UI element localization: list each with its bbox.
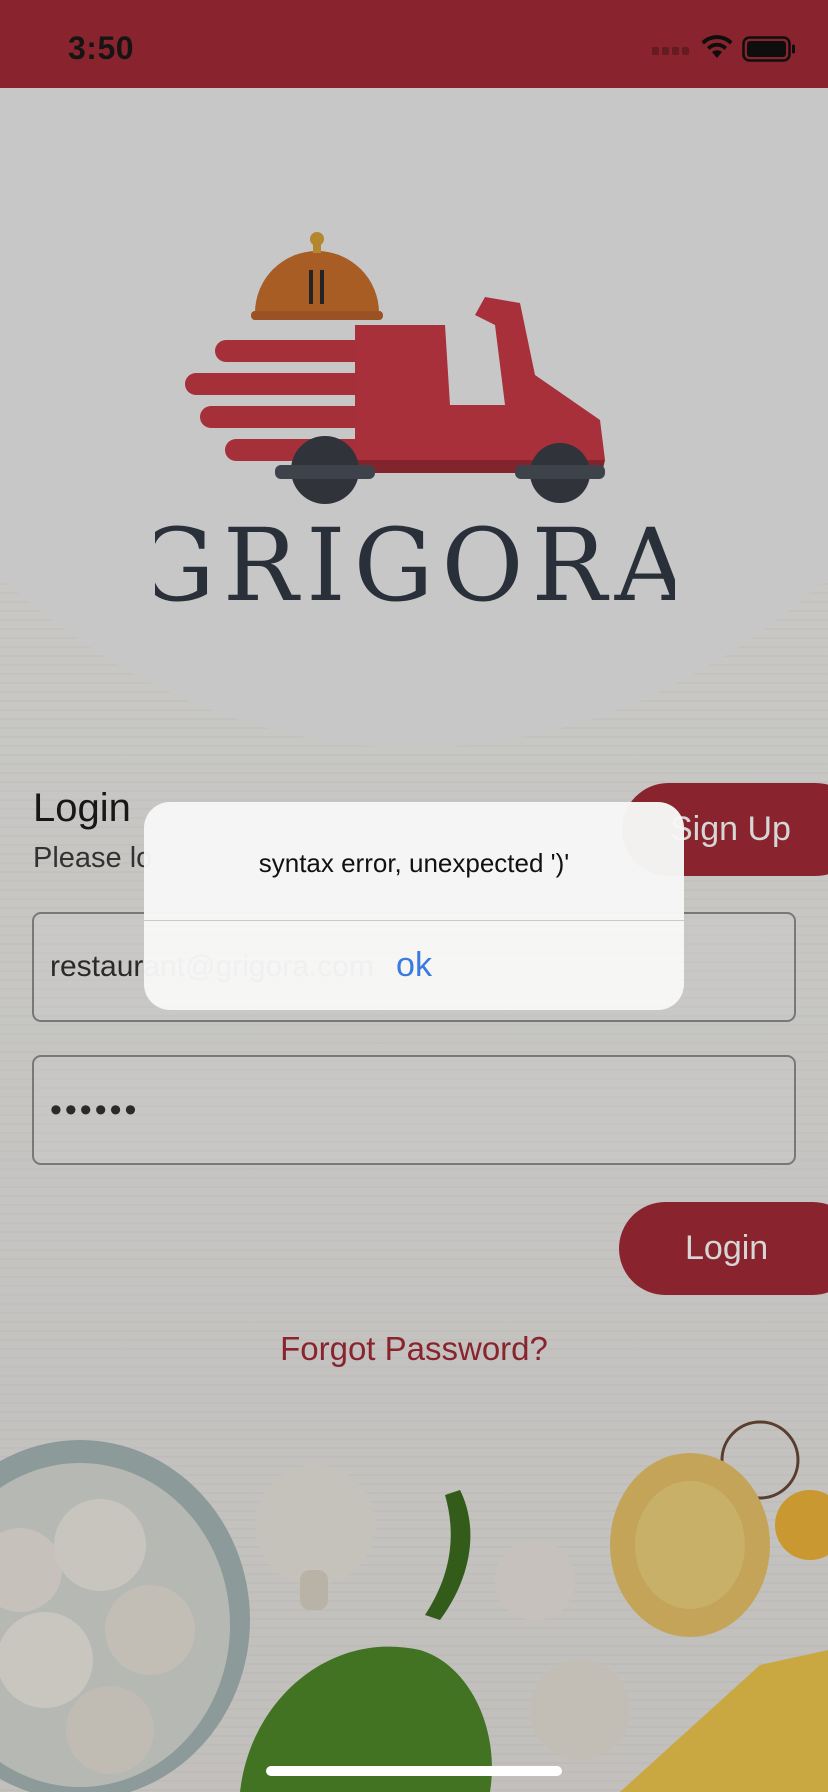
app-screen: 3:50 GRIGORA Login Please lo Sign Up •••… (0, 0, 828, 1792)
alert-message: syntax error, unexpected ')' (258, 848, 570, 878)
home-indicator (266, 1766, 562, 1776)
error-alert-dialog: syntax error, unexpected ')' ok (144, 802, 684, 1010)
alert-ok-button[interactable]: ok (144, 921, 684, 1010)
